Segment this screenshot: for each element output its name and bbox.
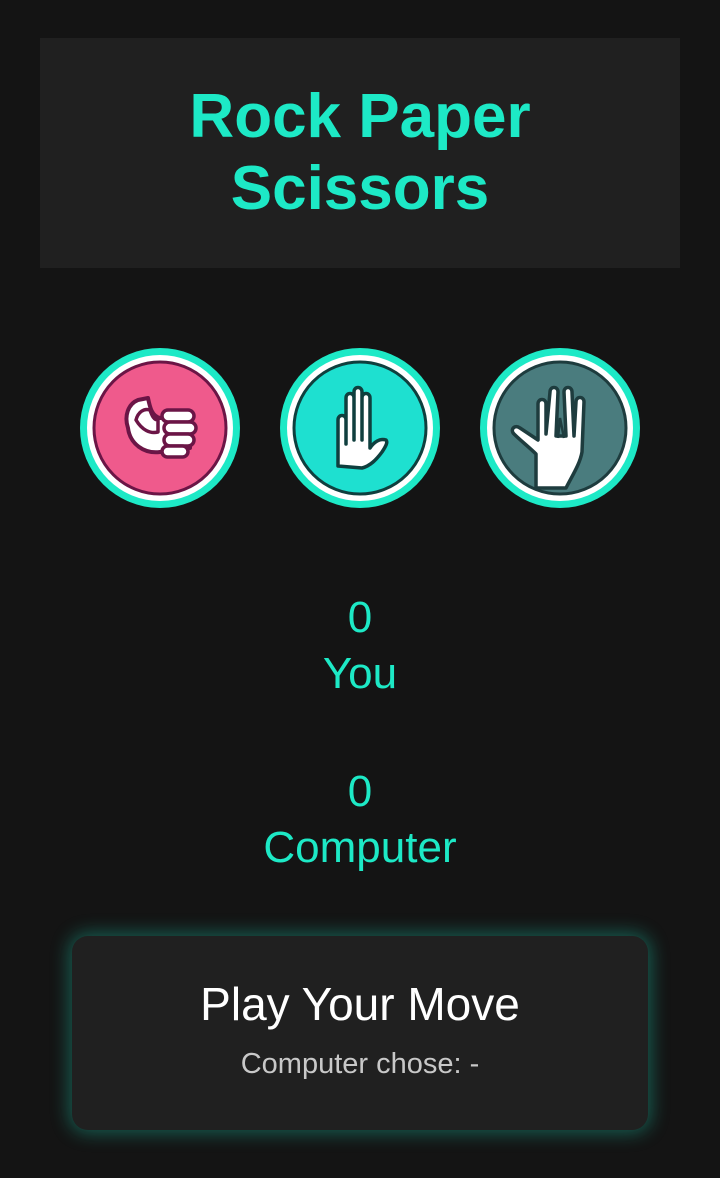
title-header: Rock Paper Scissors — [40, 38, 680, 268]
result-title: Play Your Move — [200, 978, 520, 1030]
open-hand-icon — [287, 355, 433, 501]
rock-button[interactable] — [80, 348, 240, 508]
paper-button[interactable] — [280, 348, 440, 508]
move-choices — [0, 348, 720, 508]
computer-score: 0 Computer — [0, 764, 720, 876]
computer-score-value: 0 — [347, 767, 373, 816]
page-title: Rock Paper Scissors — [189, 82, 531, 223]
fist-icon — [87, 355, 233, 501]
player-score: 0 You — [0, 590, 720, 702]
scissors-button[interactable] — [480, 348, 640, 508]
computer-score-label: Computer — [263, 823, 457, 872]
vulcan-salute-icon — [487, 355, 633, 501]
player-score-label: You — [322, 649, 398, 698]
computer-choice-status: Computer chose: - — [240, 1048, 480, 1080]
result-panel: Play Your Move Computer chose: - — [72, 936, 648, 1130]
player-score-value: 0 — [347, 593, 373, 642]
